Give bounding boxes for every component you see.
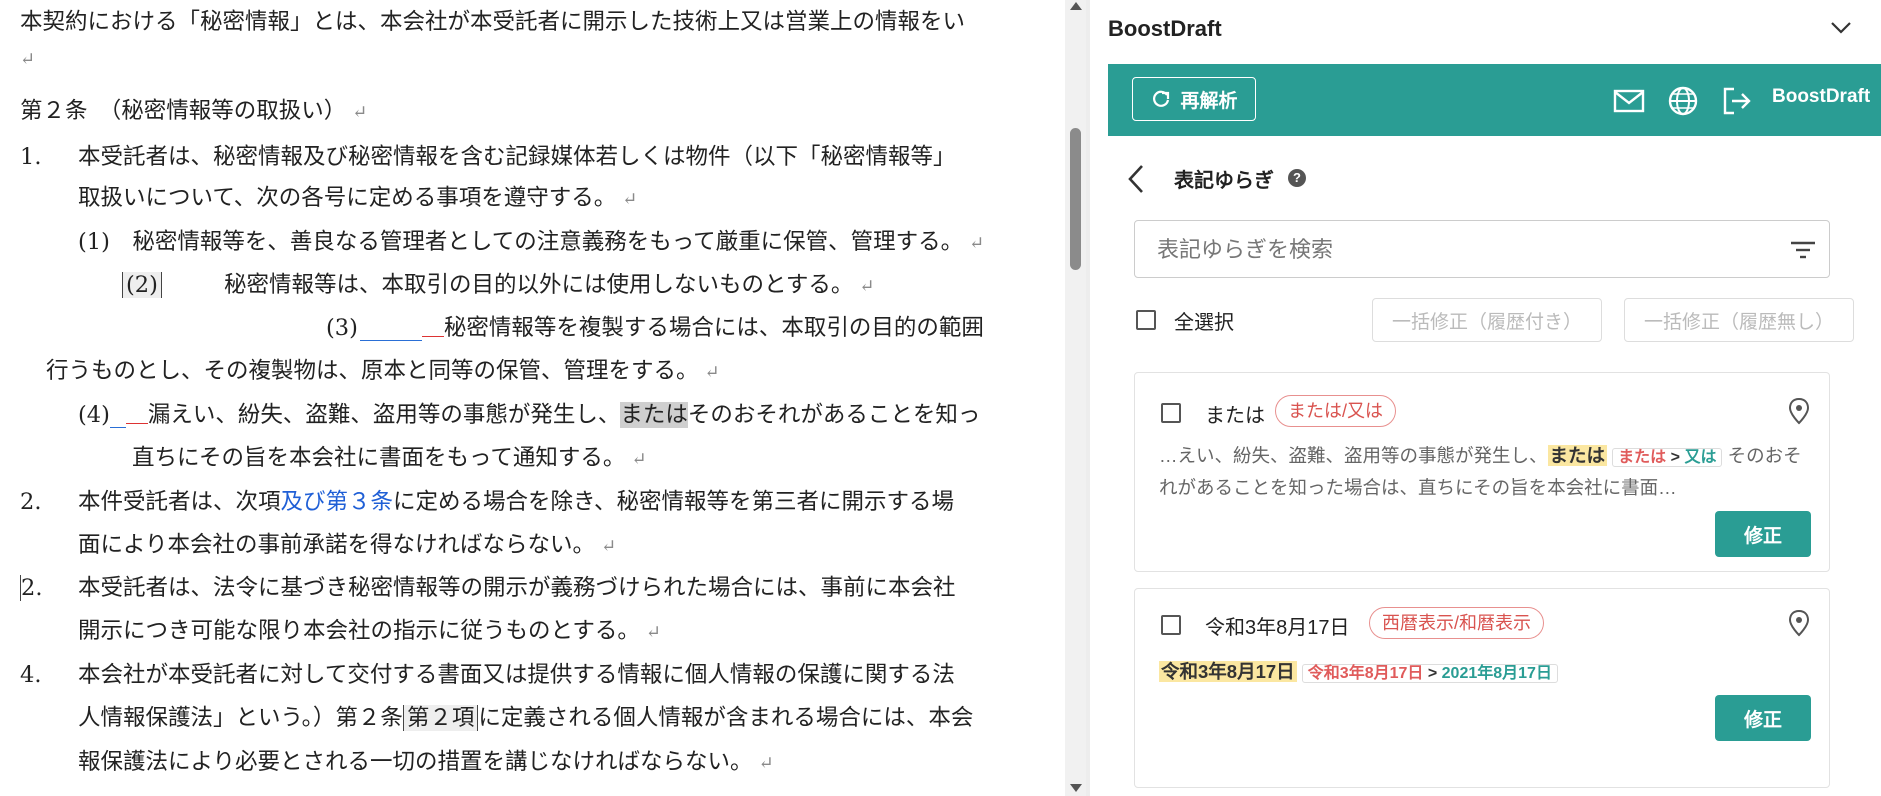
back-arrow-icon[interactable] [1124,162,1148,196]
boostdraft-panel: BoostDraft 再解析 BoostDraft 表記ゆらぎ ? 全選択 一括… [1090,0,1881,796]
select-all-label: 全選択 [1174,312,1234,334]
issue-card: または または/又は …えい、紛失、盗難、盗用等の事態が発生し、 または または … [1134,372,1830,572]
doc-line: 第２条 （秘密情報等の取扱い） ↵ [20,98,368,124]
brand-label: BoostDraft [1772,86,1871,107]
fix-button[interactable]: 修正 [1715,695,1811,741]
fix-button[interactable]: 修正 [1715,511,1811,557]
doc-line: 面により本会社の事前承諾を得なければならない。 ↵ [78,532,617,558]
search-input[interactable] [1155,233,1759,267]
issue-context: 令和3年8月17日 令和3年8月17日 > 2021年8月17日 [1159,657,1809,689]
highlighted-term: 令和3年8月17日 [1159,661,1297,682]
doc-line: ↵ [20,49,36,70]
location-pin-icon[interactable] [1787,609,1811,637]
scroll-up-icon[interactable] [1070,2,1082,10]
reparse-button[interactable]: 再解析 [1132,77,1256,121]
issue-context: …えい、紛失、盗難、盗用等の事態が発生し、 または または > 又は そのおそれが… [1159,445,1802,498]
panel-toolbar: 再解析 BoostDraft [1108,64,1881,136]
doc-line: (1) 秘密情報等を、善良なる管理者としての注意義務をもって厳重に保管、管理する… [78,229,985,255]
doc-line: 本会社が本受託者に対して交付する書面又は提供する情報に個人情報の保護に関する法 [78,662,955,688]
doc-line: 本契約における「秘密情報」とは、本会社が本受託者に開示した技術上又は営業上の情報… [20,9,966,35]
insertion-mark [359,318,422,341]
doc-line: 本受託者は、法令に基づき秘密情報等の開示が義務づけられた場合には、事前に本会社 [78,575,956,601]
refresh-icon [1153,90,1170,107]
doc-line: 本受託者は、秘密情報及び秘密情報を含む記録媒体若しくは物件（以下「秘密情報等」 [78,144,956,170]
doc-line: 本件受託者は、次項及び第３条に定める場合を除き、秘密情報等を第三者に開示する場 [78,489,954,515]
issue-term: または [1205,405,1265,427]
issue-checkbox[interactable] [1161,403,1181,423]
doc-line: 開示につき可能な限り本会社の指示に従うものとする。 ↵ [78,618,661,644]
doc-line: 人情報保護法」という。）第２条 第２項 に定義される個人情報が含まれる場合には、本会 [78,705,974,731]
replacement-chip: 令和3年8月17日 > 2021年8月17日 [1301,664,1558,683]
deletion-mark [125,409,148,424]
scroll-thumb[interactable] [1070,128,1081,270]
issue-category-tag: 西暦表示/和暦表示 [1369,607,1545,639]
doc-line: 秘密情報等は、本取引の目的以外には使用しないものとする。 ↵ [224,272,875,298]
chevron-down-icon[interactable] [1828,14,1854,40]
scroll-down-icon[interactable] [1070,784,1082,792]
issue-category-tag: または/又は [1275,395,1397,427]
doc-list-number: (2) [122,269,162,301]
section-title: 表記ゆらぎ [1174,170,1274,192]
vertical-scrollbar[interactable] [1065,0,1086,796]
location-pin-icon[interactable] [1787,397,1811,425]
logout-icon[interactable] [1720,84,1754,118]
filter-icon[interactable] [1789,237,1817,263]
doc-list-number: 1. [20,144,42,170]
doc-line: (4) 漏えい、紛失、盗難、盗用等の事態が発生し、またはそのおそれがあることを知っ [78,402,981,428]
replacement-chip: または > 又は [1612,448,1723,467]
doc-line: (3) 秘密情報等を複製する場合には、本取引の目的の範囲 [326,315,984,341]
selected-text[interactable]: または [620,402,688,428]
doc-list-number: 2. [20,575,43,601]
doc-list-number: 2. [20,489,42,515]
deletion-mark [421,322,444,337]
issue-term: 令和3年8月17日 [1205,617,1350,639]
cross-reference-link[interactable]: 及び第３条 [281,489,394,515]
selected-text[interactable]: 第２項 [402,705,479,731]
doc-line: 取扱いについて、次の各号に定める事項を遵守する。 ↵ [78,185,638,211]
doc-line: 報保護法により必要とされる一切の措置を講じなければならない。 ↵ [78,749,774,775]
document-editor[interactable]: 本契約における「秘密情報」とは、本会社が本受託者に開示した技術上又は営業上の情報… [0,0,1065,796]
search-box[interactable] [1134,220,1830,278]
mail-icon[interactable] [1612,84,1646,118]
doc-line: 直ちにその旨を本会社に書面をもって通知する。 ↵ [132,445,647,471]
highlighted-term: または [1547,445,1608,466]
bulk-fix-without-history-button[interactable]: 一括修正（履歴無し） [1624,298,1854,342]
reparse-label: 再解析 [1180,90,1238,112]
select-all-checkbox[interactable] [1136,310,1156,330]
doc-line: 行うものとし、その複製物は、原本と同等の保管、管理をする。 ↵ [46,358,720,384]
bulk-fix-with-history-button[interactable]: 一括修正（履歴付き） [1372,298,1602,342]
help-icon[interactable]: ? [1288,169,1306,187]
insertion-mark [109,405,126,428]
issue-checkbox[interactable] [1161,615,1181,635]
doc-list-number: 4. [20,662,42,688]
issue-card: 令和3年8月17日 西暦表示/和暦表示 令和3年8月17日 令和3年8月17日 … [1134,588,1830,788]
globe-icon[interactable] [1666,84,1700,118]
panel-title: BoostDraft [1108,16,1222,41]
